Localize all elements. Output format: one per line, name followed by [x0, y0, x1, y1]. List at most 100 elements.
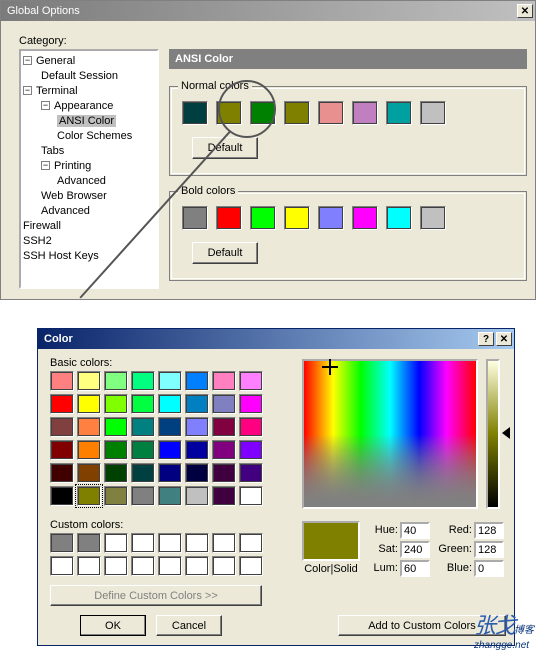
color-swatch[interactable]: [131, 417, 155, 437]
color-swatch[interactable]: [77, 440, 101, 460]
green-input[interactable]: [474, 541, 504, 558]
color-swatch[interactable]: [212, 486, 236, 506]
color-swatch[interactable]: [104, 486, 128, 506]
cancel-button[interactable]: Cancel: [156, 615, 222, 636]
color-swatch[interactable]: [104, 463, 128, 483]
color-swatch[interactable]: [182, 206, 208, 230]
tree-ssh-host-keys[interactable]: SSH Host Keys: [23, 250, 99, 262]
color-swatch[interactable]: [216, 101, 242, 125]
tree-printing[interactable]: Printing: [54, 160, 91, 172]
normal-default-button[interactable]: Default: [192, 137, 258, 159]
color-swatch[interactable]: [131, 440, 155, 460]
tree-collapse-icon[interactable]: −: [41, 101, 50, 110]
color-swatch[interactable]: [212, 533, 236, 553]
color-swatch[interactable]: [239, 556, 263, 576]
color-swatch[interactable]: [216, 206, 242, 230]
color-swatch[interactable]: [386, 101, 412, 125]
color-swatch[interactable]: [158, 371, 182, 391]
help-icon[interactable]: ?: [478, 332, 494, 346]
color-swatch[interactable]: [158, 440, 182, 460]
color-swatch[interactable]: [104, 533, 128, 553]
color-swatch[interactable]: [284, 101, 310, 125]
color-swatch[interactable]: [77, 371, 101, 391]
color-swatch[interactable]: [212, 394, 236, 414]
tree-appearance[interactable]: Appearance: [54, 100, 113, 112]
color-swatch[interactable]: [352, 101, 378, 125]
color-swatch[interactable]: [185, 533, 209, 553]
sat-input[interactable]: [400, 541, 430, 558]
blue-input[interactable]: [474, 560, 504, 577]
color-swatch[interactable]: [104, 394, 128, 414]
color-swatch[interactable]: [212, 417, 236, 437]
color-swatch[interactable]: [158, 463, 182, 483]
color-swatch[interactable]: [318, 101, 344, 125]
color-swatch[interactable]: [50, 556, 74, 576]
color-swatch[interactable]: [185, 486, 209, 506]
color-swatch[interactable]: [185, 556, 209, 576]
tree-tabs[interactable]: Tabs: [41, 145, 64, 157]
color-swatch[interactable]: [250, 206, 276, 230]
color-swatch[interactable]: [239, 394, 263, 414]
color-swatch[interactable]: [50, 486, 74, 506]
color-swatch[interactable]: [318, 206, 344, 230]
color-swatch[interactable]: [158, 394, 182, 414]
close-icon[interactable]: ✕: [496, 332, 512, 346]
tree-web-browser[interactable]: Web Browser: [41, 190, 107, 202]
color-swatch[interactable]: [104, 440, 128, 460]
color-swatch[interactable]: [131, 394, 155, 414]
color-swatch[interactable]: [239, 463, 263, 483]
color-swatch[interactable]: [50, 417, 74, 437]
color-swatch[interactable]: [50, 463, 74, 483]
color-swatch[interactable]: [131, 556, 155, 576]
color-swatch[interactable]: [239, 440, 263, 460]
lum-input[interactable]: [400, 560, 430, 577]
color-swatch[interactable]: [284, 206, 310, 230]
tree-terminal[interactable]: Terminal: [36, 85, 78, 97]
color-swatch[interactable]: [131, 533, 155, 553]
tree-advanced[interactable]: Advanced: [41, 205, 90, 217]
color-swatch[interactable]: [158, 556, 182, 576]
color-spectrum[interactable]: [302, 359, 478, 509]
color-swatch[interactable]: [77, 533, 101, 553]
color-swatch[interactable]: [182, 101, 208, 125]
color-swatch[interactable]: [250, 101, 276, 125]
tree-printing-advanced[interactable]: Advanced: [57, 175, 106, 187]
color-swatch[interactable]: [212, 463, 236, 483]
close-icon[interactable]: ✕: [517, 4, 533, 18]
color-swatch[interactable]: [77, 556, 101, 576]
color-swatch[interactable]: [185, 394, 209, 414]
hue-input[interactable]: [400, 522, 430, 539]
tree-collapse-icon[interactable]: −: [23, 86, 32, 95]
luminance-bar[interactable]: [486, 359, 500, 509]
color-swatch[interactable]: [158, 533, 182, 553]
color-swatch[interactable]: [185, 371, 209, 391]
ok-button[interactable]: OK: [80, 615, 146, 636]
color-swatch[interactable]: [50, 371, 74, 391]
color-swatch[interactable]: [352, 206, 378, 230]
color-swatch[interactable]: [239, 533, 263, 553]
tree-general[interactable]: General: [36, 55, 75, 67]
tree-ssh2[interactable]: SSH2: [23, 235, 52, 247]
red-input[interactable]: [474, 522, 504, 539]
tree-default-session[interactable]: Default Session: [41, 70, 118, 82]
tree-collapse-icon[interactable]: −: [23, 56, 32, 65]
luminance-slider-icon[interactable]: [502, 427, 510, 439]
color-swatch[interactable]: [104, 417, 128, 437]
color-swatch[interactable]: [420, 101, 446, 125]
define-custom-colors-button[interactable]: Define Custom Colors >>: [50, 585, 262, 606]
color-swatch[interactable]: [212, 440, 236, 460]
tree-firewall[interactable]: Firewall: [23, 220, 61, 232]
color-swatch[interactable]: [185, 440, 209, 460]
color-swatch[interactable]: [131, 463, 155, 483]
color-swatch[interactable]: [77, 394, 101, 414]
color-swatch[interactable]: [50, 394, 74, 414]
color-swatch[interactable]: [104, 371, 128, 391]
color-swatch[interactable]: [239, 371, 263, 391]
color-swatch[interactable]: [131, 486, 155, 506]
color-swatch[interactable]: [239, 486, 263, 506]
color-swatch[interactable]: [77, 417, 101, 437]
color-swatch[interactable]: [212, 556, 236, 576]
color-swatch[interactable]: [185, 463, 209, 483]
tree-ansi-color[interactable]: ANSI Color: [57, 115, 116, 127]
color-swatch[interactable]: [77, 486, 101, 506]
